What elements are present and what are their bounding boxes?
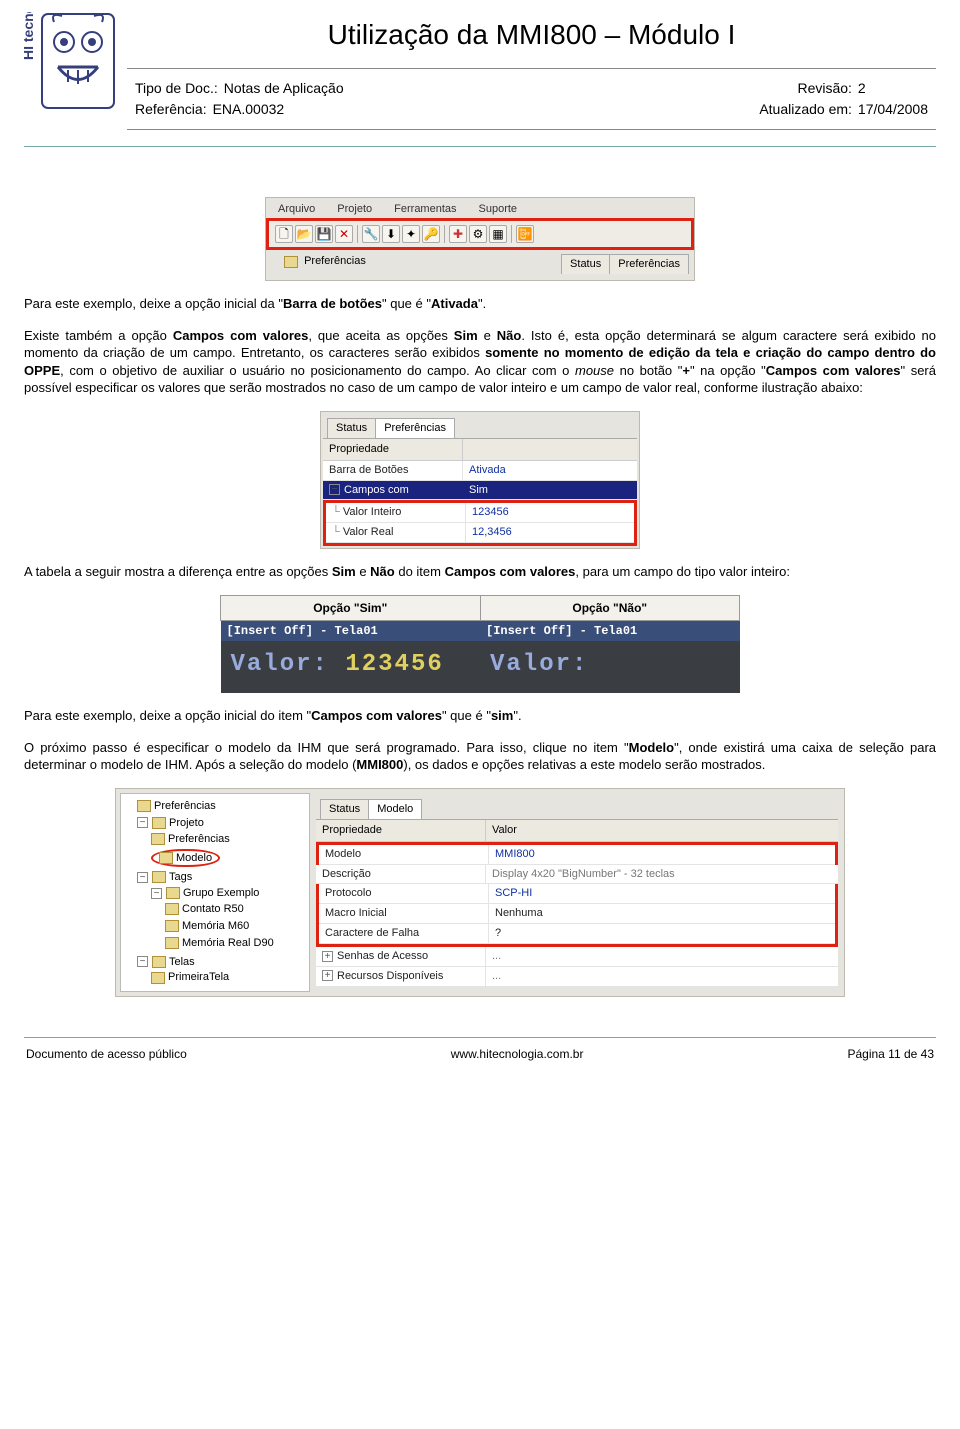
doc-header: HI tecnologia Utilização da MMI800 – Mód… — [24, 12, 936, 138]
paragraph: O próximo passo é especificar o modelo d… — [24, 739, 936, 774]
menu-item[interactable]: Projeto — [327, 200, 382, 219]
propgrid-header: Propriedade Valor — [316, 820, 838, 842]
prop-row-descricao[interactable]: Descrição Display 4x20 "BigNumber" - 32 … — [316, 865, 838, 885]
collapse-icon[interactable]: − — [151, 888, 162, 899]
collapse-icon[interactable]: − — [137, 956, 148, 967]
propgrid-header: Propriedade — [323, 439, 637, 461]
tree-node[interactable]: −Telas PrimeiraTela — [137, 954, 307, 988]
menu-item[interactable]: Ferramentas — [384, 200, 466, 219]
prop-row-caractere-falha[interactable]: Caractere de Falha ? — [319, 924, 835, 944]
config-icon[interactable]: ⚙ — [469, 225, 487, 243]
expand-icon[interactable]: + — [322, 970, 333, 981]
tag-icon — [165, 920, 179, 932]
delete-icon[interactable]: ✕ — [335, 225, 353, 243]
meta-label: Referência: — [135, 100, 207, 119]
doc-title: Utilização da MMI800 – Módulo I — [127, 12, 936, 64]
tab-modelo[interactable]: Modelo — [368, 799, 422, 819]
tree-node[interactable]: −Tags −Grupo Exemplo Contato R50 Memória… — [137, 869, 307, 953]
footer-center: www.hitecnologia.com.br — [451, 1046, 584, 1062]
tree-node-preferencias[interactable]: Preferências — [284, 254, 366, 274]
key-icon[interactable]: 🔑 — [422, 225, 440, 243]
meta-value: Notas de Aplicação — [224, 79, 344, 98]
page-footer: Documento de acesso público www.hitecnol… — [24, 1038, 936, 1062]
exit-icon[interactable]: 📴 — [516, 225, 534, 243]
folder-icon — [152, 817, 166, 829]
svg-text:HI tecnologia: HI tecnologia — [24, 12, 36, 60]
tag-icon — [165, 903, 179, 915]
prop-row-protocolo[interactable]: Protocolo SCP-HI — [319, 884, 835, 904]
tag-icon — [165, 937, 179, 949]
footer-left: Documento de acesso público — [26, 1046, 187, 1062]
meta-label: Atualizado em: — [742, 100, 852, 119]
wand-icon[interactable]: ✦ — [402, 225, 420, 243]
tree-node[interactable]: Preferências — [137, 798, 307, 815]
tree-node[interactable]: −Grupo Exemplo Contato R50 Memória M60 M… — [151, 885, 307, 952]
prop-row-valor-real[interactable]: Valor Real 12,3456 — [326, 523, 634, 543]
menubar: Arquivo Projeto Ferramentas Suporte — [266, 198, 694, 219]
screen-icon — [151, 972, 165, 984]
meta-value: 2 — [858, 79, 866, 98]
save-icon[interactable]: 💾 — [315, 225, 333, 243]
prop-row-campos-com-valores[interactable]: −Campos com Sim — [323, 481, 637, 501]
folder-icon — [166, 887, 180, 899]
prop-row-valor-inteiro[interactable]: Valor Inteiro 123456 — [326, 503, 634, 523]
th-opcao-sim: Opção "Sim" — [221, 595, 481, 620]
file-icon — [159, 852, 173, 864]
screenshot-modelo: Preferências −Projeto Preferências Model… — [115, 788, 845, 997]
lcd-preview-sim: [Insert Off] - Tela01 Valor: 123456 — [221, 620, 481, 693]
tab-preferencias[interactable]: Preferências — [375, 418, 455, 438]
meta-label: Tipo de Doc.: — [135, 79, 218, 98]
download-icon[interactable]: ⬇ — [382, 225, 400, 243]
folder-icon — [152, 871, 166, 883]
hi-tecnologia-logo: HI tecnologia — [24, 12, 119, 110]
footer-right: Página 11 de 43 — [847, 1046, 934, 1062]
tool-icon[interactable]: 🔧 — [362, 225, 380, 243]
collapse-icon[interactable]: − — [137, 817, 148, 828]
prop-row-modelo[interactable]: Modelo MMI800 — [319, 845, 835, 865]
expand-icon[interactable]: + — [322, 951, 333, 962]
tree-node[interactable]: Memória Real D90 — [165, 935, 307, 952]
lcd-preview-nao: [Insert Off] - Tela01 Valor: — [480, 620, 740, 693]
prop-row-macro-inicial[interactable]: Macro Inicial Nenhuma — [319, 904, 835, 924]
tree-node[interactable]: Memória M60 — [165, 918, 307, 935]
meta-value: 17/04/2008 — [858, 100, 928, 119]
toolbar: 🗋 📂 💾 ✕ 🔧 ⬇ ✦ 🔑 ✚ ⚙ ▦ 📴 — [269, 221, 691, 247]
paragraph: Para este exemplo, deixe a opção inicial… — [24, 707, 936, 725]
meta-value: ENA.00032 — [213, 100, 285, 119]
module-icon[interactable]: ▦ — [489, 225, 507, 243]
meta-label: Revisão: — [742, 79, 852, 98]
menu-item[interactable]: Suporte — [469, 200, 528, 219]
menu-item[interactable]: Arquivo — [268, 200, 325, 219]
doc-meta: Tipo de Doc.: Notas de Aplicação Referên… — [127, 73, 936, 125]
file-icon — [151, 833, 165, 845]
open-file-icon[interactable]: 📂 — [295, 225, 313, 243]
project-tree: Preferências −Projeto Preferências Model… — [120, 793, 310, 992]
tab-preferencias[interactable]: Preferências — [609, 254, 689, 274]
tab-status[interactable]: Status — [320, 799, 369, 819]
folder-icon — [284, 256, 298, 268]
tree-node[interactable]: Contato R50 — [165, 901, 307, 918]
comparison-table: Opção "Sim" Opção "Não" [Insert Off] - T… — [220, 595, 740, 694]
prop-row-barra-botoes[interactable]: Barra de Botões Ativada — [323, 461, 637, 481]
folder-icon — [137, 800, 151, 812]
tab-status[interactable]: Status — [561, 254, 610, 274]
collapse-icon[interactable]: − — [137, 872, 148, 883]
tree-node[interactable]: −Projeto Preferências Modelo — [137, 815, 307, 870]
paragraph: A tabela a seguir mostra a diferença ent… — [24, 563, 936, 581]
tab-status[interactable]: Status — [327, 418, 376, 438]
collapse-icon[interactable]: − — [329, 484, 340, 495]
folder-icon — [152, 956, 166, 968]
prop-row-recursos[interactable]: +Recursos Disponíveis ... — [316, 967, 838, 987]
plus-icon[interactable]: ✚ — [449, 225, 467, 243]
prop-row-senhas[interactable]: +Senhas de Acesso ... — [316, 947, 838, 967]
tree-node-modelo[interactable]: Modelo — [151, 848, 307, 869]
tree-node[interactable]: Preferências — [151, 831, 307, 848]
paragraph: Existe também a opção Campos com valores… — [24, 327, 936, 397]
tree-node[interactable]: PrimeiraTela — [151, 969, 307, 986]
new-file-icon[interactable]: 🗋 — [275, 225, 293, 243]
paragraph: Para este exemplo, deixe a opção inicial… — [24, 295, 936, 313]
screenshot-toolbar: Arquivo Projeto Ferramentas Suporte 🗋 📂 … — [265, 197, 695, 282]
th-opcao-nao: Opção "Não" — [480, 595, 740, 620]
screenshot-preferencias-grid: Status Preferências Propriedade Barra de… — [320, 411, 640, 549]
